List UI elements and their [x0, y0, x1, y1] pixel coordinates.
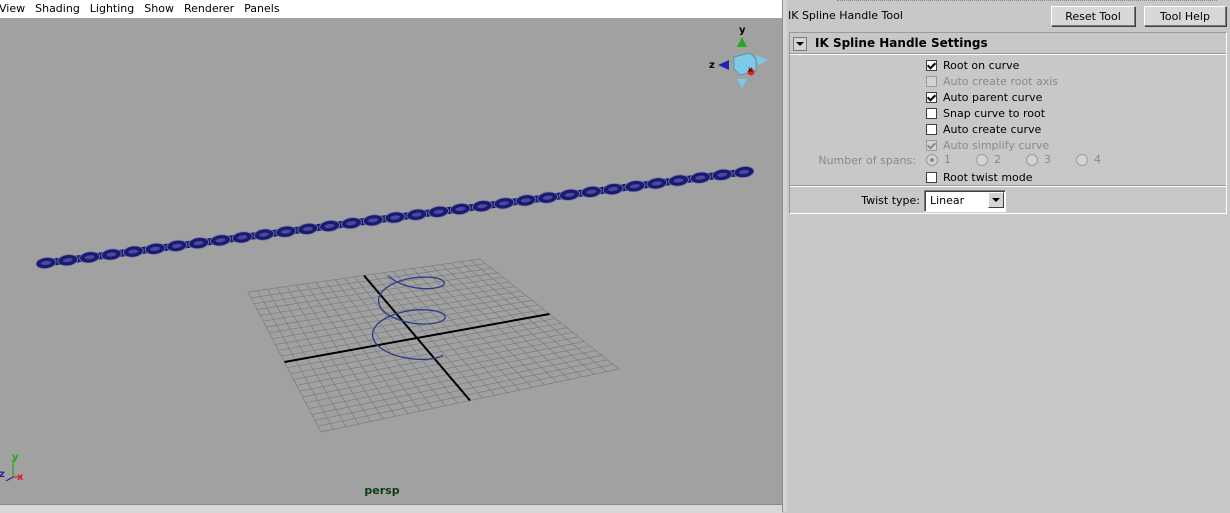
- section-divider: [790, 53, 1226, 55]
- menu-shading[interactable]: Shading: [30, 0, 85, 18]
- view-cube-arrow-down: [737, 79, 747, 88]
- twist-type-label: Twist type:: [861, 194, 920, 207]
- view-cube-arrow-y: [737, 37, 747, 47]
- checkbox-auto-create-curve[interactable]: [926, 123, 937, 135]
- menu-lighting[interactable]: Lighting: [85, 0, 139, 18]
- menu-view[interactable]: View: [0, 0, 30, 18]
- reset-tool-button[interactable]: Reset Tool: [1051, 6, 1135, 26]
- tool-title: IK Spline Handle Tool: [788, 9, 903, 22]
- option-root-twist-mode[interactable]: Root twist mode: [926, 169, 1033, 185]
- camera-label: persp: [364, 484, 400, 497]
- perspective-viewport[interactable]: y z x y z x persp: [0, 19, 782, 504]
- checkbox-auto-parent-curve[interactable]: [926, 91, 937, 103]
- section-header[interactable]: IK Spline Handle Settings: [790, 33, 1226, 53]
- radio-spans-1[interactable]: [926, 153, 938, 166]
- label-auto-simplify-curve: Auto simplify curve: [943, 138, 1050, 152]
- label-root-twist-mode: Root twist mode: [943, 170, 1033, 184]
- radio-label-spans-3: 3: [1044, 153, 1051, 166]
- origin-label-z: z: [0, 469, 5, 480]
- spans-option-4[interactable]: 4: [1076, 153, 1101, 166]
- collapse-arrow-icon[interactable]: [793, 37, 807, 51]
- radio-spans-3[interactable]: [1026, 153, 1038, 166]
- twist-type-dropdown[interactable]: Linear: [924, 190, 1006, 212]
- gizmo-label-z: z: [709, 60, 715, 71]
- option-auto-parent-curve[interactable]: Auto parent curve: [926, 89, 1042, 105]
- checkbox-auto-create-root-axis[interactable]: [926, 75, 937, 87]
- spans-option-2[interactable]: 2: [976, 153, 1001, 166]
- header-divider: [837, 0, 1217, 4]
- origin-axis-indicator: y z x: [0, 452, 24, 483]
- checkbox-snap-curve-to-root[interactable]: [926, 107, 937, 119]
- twist-type-value: Linear: [930, 194, 965, 207]
- option-snap-curve-to-root[interactable]: Snap curve to root: [926, 105, 1045, 121]
- viewport-menubar: View Shading Lighting Show Renderer Pane…: [0, 0, 782, 19]
- twist-divider: [790, 185, 1226, 187]
- viewport-panel: View Shading Lighting Show Renderer Pane…: [0, 0, 782, 504]
- tool-help-button[interactable]: Tool Help: [1144, 6, 1226, 26]
- label-auto-create-root-axis: Auto create root axis: [943, 74, 1059, 88]
- radio-label-spans-2: 2: [994, 153, 1001, 166]
- number-of-spans-label: Number of spans:: [818, 154, 916, 167]
- checkbox-root-twist-mode[interactable]: [926, 171, 937, 183]
- origin-label-y: y: [12, 452, 19, 463]
- section-title: IK Spline Handle Settings: [815, 36, 988, 50]
- option-auto-create-root-axis[interactable]: Auto create root axis: [926, 73, 1058, 89]
- option-root-on-curve[interactable]: Root on curve: [926, 57, 1019, 73]
- origin-label-x: x: [17, 472, 24, 483]
- dropdown-arrow-icon[interactable]: [988, 192, 1004, 208]
- joint-chain[interactable]: [35, 165, 755, 270]
- menu-panels[interactable]: Panels: [239, 0, 284, 18]
- menu-renderer[interactable]: Renderer: [179, 0, 239, 18]
- checkbox-root-on-curve[interactable]: [926, 59, 937, 71]
- option-auto-create-curve[interactable]: Auto create curve: [926, 121, 1041, 137]
- view-cube-arrow-back: [718, 60, 729, 70]
- ground-grid: [247, 258, 620, 433]
- view-cube-gizmo[interactable]: y z x: [709, 25, 768, 88]
- radio-spans-4[interactable]: [1076, 153, 1088, 166]
- spans-option-1[interactable]: 1: [926, 153, 951, 166]
- menu-show[interactable]: Show: [139, 0, 179, 18]
- radio-spans-2[interactable]: [976, 153, 988, 166]
- radio-label-spans-1: 1: [944, 153, 951, 166]
- settings-frame: IK Spline Handle Settings Root on curve …: [789, 32, 1227, 214]
- option-auto-simplify-curve[interactable]: Auto simplify curve: [926, 137, 1049, 153]
- spans-option-3[interactable]: 3: [1026, 153, 1051, 166]
- radio-label-spans-4: 4: [1094, 153, 1101, 166]
- view-cube-arrow-right: [756, 55, 768, 65]
- checkbox-auto-simplify-curve[interactable]: [926, 139, 937, 151]
- origin-axis-z-line: [5, 476, 14, 482]
- tool-header: IK Spline Handle Tool Reset Tool Tool He…: [787, 0, 1230, 32]
- tool-settings-panel: IK Spline Handle Tool Reset Tool Tool He…: [787, 0, 1230, 512]
- label-root-on-curve: Root on curve: [943, 58, 1020, 72]
- gizmo-label-y: y: [739, 25, 746, 36]
- label-auto-create-curve: Auto create curve: [943, 122, 1042, 136]
- label-snap-curve-to-root: Snap curve to root: [943, 106, 1046, 120]
- gizmo-label-x: x: [748, 65, 753, 74]
- label-auto-parent-curve: Auto parent curve: [943, 90, 1043, 104]
- scene-render: y z x y z x: [0, 25, 768, 483]
